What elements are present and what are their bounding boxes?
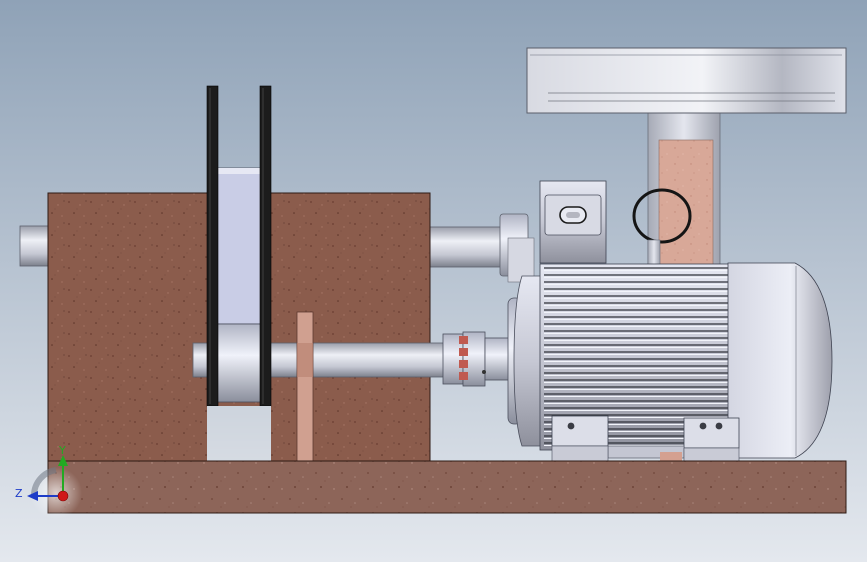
x-axis-dot	[57, 490, 69, 502]
belt-left	[206, 85, 219, 407]
z-axis-label: Z	[15, 487, 23, 500]
motor-foot-right	[683, 417, 740, 449]
ring-post	[647, 239, 661, 267]
motor-end-cap	[727, 262, 833, 459]
model-viewport[interactable]: Y Z	[0, 0, 867, 562]
pulley-lower-disc	[215, 323, 265, 403]
shaft-coupling	[442, 331, 510, 387]
brace-post	[296, 311, 314, 463]
motor-leg	[551, 445, 609, 462]
assembly-scene: Y Z	[0, 0, 867, 562]
motor-leg	[683, 447, 740, 462]
base-plate	[47, 460, 847, 514]
top-housing	[526, 47, 847, 114]
motor-foot-left	[551, 415, 609, 447]
belt-right	[259, 85, 272, 407]
pulley-hub	[215, 167, 265, 325]
y-axis-label: Y	[58, 444, 66, 457]
